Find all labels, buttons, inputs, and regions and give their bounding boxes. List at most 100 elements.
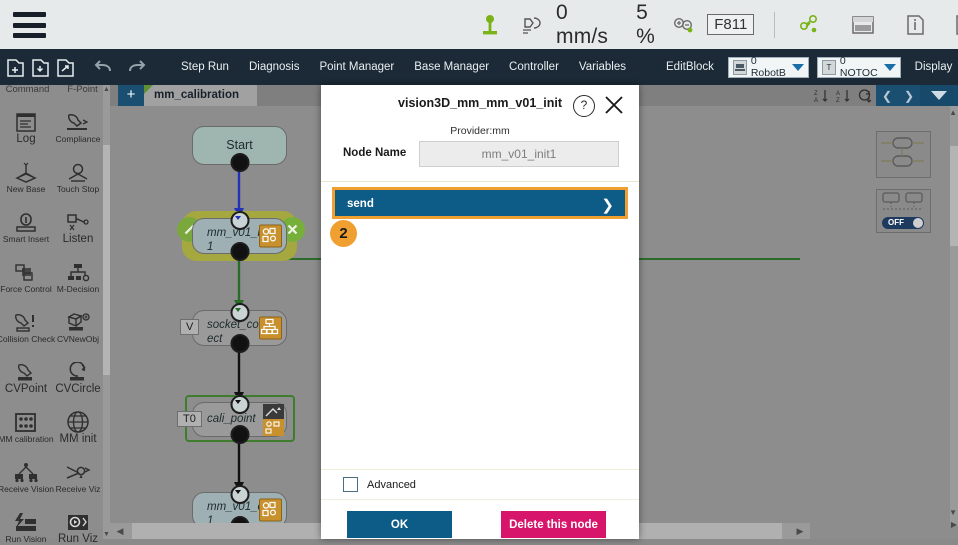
sidebar-item-label: Force Control: [0, 284, 52, 294]
node-output-port[interactable]: [230, 425, 249, 444]
mm-calibration-icon: [14, 408, 38, 434]
question-mark-icon[interactable]: ?: [573, 95, 595, 117]
flow-node-start[interactable]: Start: [192, 126, 287, 172]
sidebar-scrollbar[interactable]: ▲ ▼: [103, 85, 110, 539]
toolbar-link-step-run[interactable]: Step Run: [171, 61, 239, 73]
tab-mm-calibration[interactable]: mm_calibration: [144, 85, 257, 106]
sidebar-header: Command F-Point: [0, 85, 110, 95]
scroll-down-arrow-icon[interactable]: ▼: [103, 530, 110, 539]
sidebar-item-touch-stop[interactable]: Touch Stop: [52, 145, 104, 195]
ok-button[interactable]: OK: [347, 511, 452, 538]
node-name-input[interactable]: mm_v01_init1: [419, 141, 619, 167]
sidebar-item-run-viz[interactable]: Run Viz: [52, 495, 104, 545]
scrollbar-thumb[interactable]: [103, 145, 110, 375]
chevron-left-icon[interactable]: ❮: [876, 85, 898, 106]
run-vision-icon: [13, 508, 39, 534]
sidebar-item-receive-vision[interactable]: Receive Vision: [0, 445, 55, 495]
node-input-port[interactable]: [230, 211, 249, 230]
flow-node-mm-v01-init[interactable]: mm_v01_init 1: [192, 211, 287, 261]
network-nodes-icon[interactable]: [797, 14, 821, 36]
robot-select-dropdown[interactable]: 0 RobotB: [727, 55, 809, 79]
refresh-history-icon[interactable]: [854, 85, 876, 106]
sidebar-item-compliance[interactable]: Compliance: [52, 95, 104, 145]
node-tag-t0: T0: [177, 411, 202, 427]
tool-select-dropdown[interactable]: T 0 NOTOC: [816, 55, 901, 79]
sidebar-item-collision-check[interactable]: Collision Check: [0, 295, 55, 345]
sort-z-to-a-icon[interactable]: ZA: [810, 85, 832, 106]
toolbar-link-diagnosis[interactable]: Diagnosis: [239, 61, 310, 73]
sidebar-item-label: Compliance: [55, 134, 101, 144]
node-input-port[interactable]: [230, 395, 249, 414]
vision-node-icon: [259, 498, 282, 522]
right-panel-scrollbar[interactable]: [950, 106, 958, 526]
redo-arrow-icon[interactable]: [125, 54, 147, 80]
block-layout-tile[interactable]: [876, 131, 931, 178]
toggle-knob[interactable]: [913, 218, 923, 228]
new-project-icon[interactable]: [6, 54, 25, 80]
toolbar-link-controller[interactable]: Controller: [499, 61, 569, 73]
advanced-checkbox-row[interactable]: Advanced: [343, 477, 416, 492]
scroll-up-arrow-icon[interactable]: ▲: [949, 108, 957, 117]
sidebar-item-new-base[interactable]: New Base: [0, 145, 52, 195]
sidebar-item-cvcircle[interactable]: CVCircle: [52, 345, 104, 395]
send-section-row[interactable]: send ❯: [332, 187, 628, 219]
sidebar-item-receive-viz[interactable]: Receive Viz: [52, 445, 104, 495]
sidebar-item-force-control[interactable]: Force Control: [0, 245, 52, 295]
delete-node-button[interactable]: Delete this node: [501, 511, 606, 538]
toolbar-link-editblock[interactable]: EditBlock: [656, 61, 724, 73]
frame-indicator[interactable]: F811: [707, 14, 755, 35]
save-project-icon[interactable]: [56, 54, 75, 80]
chevron-down-icon[interactable]: [920, 85, 958, 106]
sidebar-item-cvnewobj[interactable]: CVNewObj: [52, 295, 104, 345]
sidebar-item-mm-calibration[interactable]: MM calibration: [0, 395, 54, 445]
io-toggle-tile[interactable]: OFF: [876, 189, 931, 233]
scrollbar-thumb[interactable]: [950, 146, 958, 246]
advanced-checkbox[interactable]: [343, 477, 358, 492]
scroll-left-arrow-icon[interactable]: ◀: [112, 523, 128, 539]
undo-arrow-icon[interactable]: [93, 54, 115, 80]
hamburger-menu-icon[interactable]: [13, 12, 46, 38]
scroll-up-arrow-icon[interactable]: ▲: [103, 85, 110, 94]
scroll-right-arrow-icon[interactable]: ▶: [792, 523, 808, 539]
toolbar-link-variables[interactable]: Variables: [569, 61, 636, 73]
info-icon[interactable]: [905, 14, 925, 36]
flow-node-socket-connect[interactable]: socket_conn ect V: [180, 303, 287, 353]
scroll-down-arrow-icon[interactable]: ▼: [949, 508, 957, 517]
sidebar-item-label: Receive Vision: [0, 484, 55, 494]
open-project-icon[interactable]: [31, 54, 50, 80]
sort-a-to-z-icon[interactable]: AZ: [832, 85, 854, 106]
add-tab-button[interactable]: +: [118, 85, 144, 106]
chevron-right-icon[interactable]: ❯: [898, 85, 920, 106]
virtual-keyboard-icon[interactable]: [851, 14, 875, 36]
sidebar-item-cvpoint[interactable]: CVPoint: [0, 345, 52, 395]
sidebar-item-mm-init[interactable]: MM init: [52, 395, 104, 445]
vision-node-icon: [263, 419, 284, 436]
dialog-divider-3: [321, 499, 639, 500]
toolbar-link-point-manager[interactable]: Point Manager: [309, 61, 404, 73]
node-output-port[interactable]: [230, 153, 249, 172]
sidebar-item-label: Touch Stop: [56, 184, 100, 194]
node-output-port[interactable]: [230, 334, 249, 353]
sidebar-item-log[interactable]: Log: [0, 95, 52, 145]
scroll-right-arrow-icon[interactable]: ▶: [951, 520, 957, 529]
status-indicators: 0 mm/s 5 % F811: [480, 0, 958, 49]
vision-node-icon: [259, 224, 282, 248]
close-x-icon[interactable]: [603, 94, 625, 116]
node-output-port[interactable]: [230, 242, 249, 261]
toolbar-link-base-manager[interactable]: Base Manager: [404, 61, 499, 73]
listen-icon: [65, 208, 91, 234]
node-input-port[interactable]: [230, 485, 249, 504]
sidebar-item-smart-insert[interactable]: Smart Insert: [0, 195, 52, 245]
receive-vision-icon: [13, 458, 39, 484]
sidebar-item-label: CVCircle: [55, 383, 101, 395]
node-input-port[interactable]: [230, 303, 249, 322]
io-toggle-switch[interactable]: OFF: [882, 217, 924, 229]
zoom-inout-icon[interactable]: [673, 16, 695, 34]
sidebar-item-m-decision[interactable]: M-Decision: [52, 245, 104, 295]
node-settings-dialog: vision3D_mm_mm_v01_init ? Provider:mm No…: [321, 85, 639, 539]
flow-node-cali-point[interactable]: cali_point T0: [177, 395, 287, 444]
sidebar-item-listen[interactable]: Listen: [52, 195, 104, 245]
toolbar-link-display[interactable]: Display: [905, 61, 958, 73]
sidebar-item-run-vision[interactable]: Run Vision: [0, 495, 52, 545]
sidebar-item-label: Log: [16, 133, 36, 145]
